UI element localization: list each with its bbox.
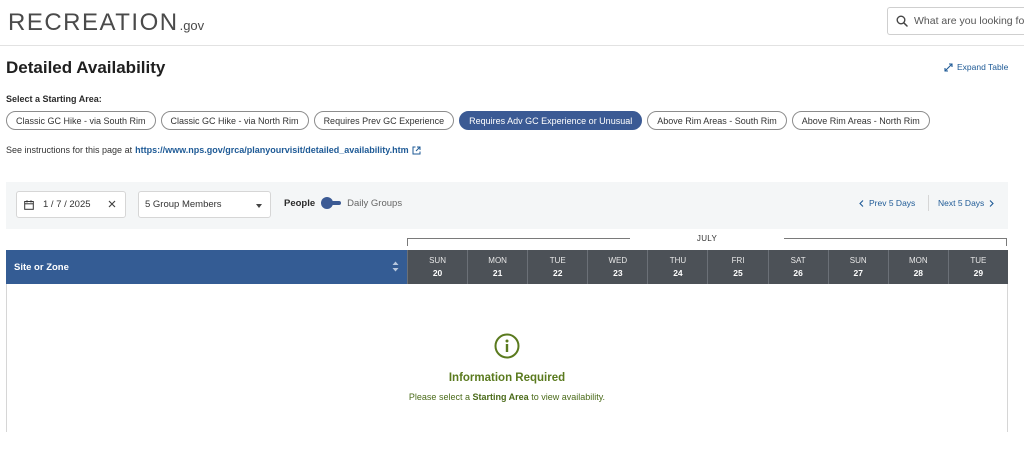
day-of-week: TUE xyxy=(970,256,987,265)
day-number: 24 xyxy=(673,268,683,278)
day-column-header: TUE 29 xyxy=(947,250,1008,284)
toggle-knob xyxy=(321,197,334,209)
instructions-prefix: See instructions for this page at xyxy=(6,145,133,155)
day-column-header: SUN 27 xyxy=(827,250,888,284)
calendar-icon xyxy=(24,199,34,210)
external-link-icon xyxy=(412,146,421,154)
chevron-right-icon xyxy=(989,199,995,207)
day-number: 28 xyxy=(913,268,924,278)
day-number: 23 xyxy=(613,268,623,278)
next-5-days-label: Next 5 Days xyxy=(938,198,985,208)
toggle-label-daily-groups: Daily Groups xyxy=(347,197,403,209)
next-5-days-button[interactable]: Next 5 Days xyxy=(938,198,995,208)
close-icon[interactable] xyxy=(107,199,117,209)
group-members-select[interactable]: 5 Group Members xyxy=(138,191,271,218)
day-number: 26 xyxy=(793,268,803,278)
prev-5-days-button[interactable]: Prev 5 Days xyxy=(859,198,915,208)
day-of-week: MON xyxy=(488,256,507,265)
day-column-header: THU 24 xyxy=(647,250,708,284)
availability-table-header: Site or Zone SUN 20 MON 21 TUE 22 WED 23 THU… xyxy=(6,250,1008,284)
starting-area-pill[interactable]: Classic GC Hike - via North Rim xyxy=(160,111,309,130)
search-icon xyxy=(896,15,908,27)
day-column-header: TUE 22 xyxy=(527,250,588,284)
chevron-down-icon xyxy=(256,204,262,208)
starting-area-pill-selected[interactable]: Requires Adv GC Experience or Unusual xyxy=(459,111,643,130)
day-of-week: FRI xyxy=(731,256,745,265)
month-label: JULY xyxy=(696,234,718,243)
pill-label: Above Rim Areas - North Rim xyxy=(801,115,920,126)
date-picker[interactable]: 1 / 7 / 2025 xyxy=(16,191,126,218)
day-number: 25 xyxy=(733,268,743,278)
page-title: Detailed Availability xyxy=(6,58,166,77)
site-or-zone-label: Site or Zone xyxy=(14,261,69,273)
site-header: RECREATION .gov xyxy=(0,0,1024,46)
day-of-week: SUN xyxy=(849,256,867,265)
empty-state-bold: Starting Area xyxy=(472,392,529,402)
availability-filter-bar: 1 / 7 / 2025 5 Group Members People Dail… xyxy=(6,182,1008,229)
pill-label: Requires Adv GC Experience or Unusual xyxy=(469,115,633,126)
instructions-line: See instructions for this page at https:… xyxy=(6,145,421,155)
day-column-header: SAT 26 xyxy=(767,250,828,284)
people-groups-toggle[interactable] xyxy=(321,197,342,209)
day-number: 20 xyxy=(432,268,443,278)
group-members-value: 5 Group Members xyxy=(145,199,222,210)
empty-state-message: Please select a Starting Area to view av… xyxy=(7,392,1007,402)
chevron-left-icon xyxy=(859,199,864,207)
starting-area-label: Select a Starting Area: xyxy=(6,94,102,104)
pill-label: Classic GC Hike - via South Rim xyxy=(16,115,146,126)
day-column-header: FRI 25 xyxy=(707,250,768,284)
empty-state-title: Information Required xyxy=(448,372,566,384)
day-number: 22 xyxy=(553,268,563,278)
expand-table-label: Expand Table xyxy=(957,62,1009,72)
day-of-week: WED xyxy=(608,256,628,265)
empty-state-suffix: to view availability. xyxy=(531,392,606,402)
instructions-link[interactable]: https://www.nps.gov/grca/planyourvisit/d… xyxy=(135,145,409,155)
expand-table-button[interactable]: Expand Table xyxy=(944,62,1008,72)
day-column-header: WED 23 xyxy=(587,250,648,284)
starting-area-pill[interactable]: Above Rim Areas - South Rim xyxy=(647,111,787,130)
recreation-gov-logo[interactable]: RECREATION .gov xyxy=(8,9,205,36)
day-number: 21 xyxy=(492,268,503,278)
prev-5-days-label: Prev 5 Days xyxy=(869,198,916,208)
expand-icon xyxy=(944,62,953,72)
day-of-week: SAT xyxy=(790,256,806,265)
day-of-week: MON xyxy=(908,256,928,265)
day-of-week: SUN xyxy=(429,256,446,265)
availability-table-body: Information Required Please select a Sta… xyxy=(6,284,1008,432)
pill-label: Above Rim Areas - South Rim xyxy=(657,115,777,126)
day-number: 27 xyxy=(853,268,863,278)
day-number: 29 xyxy=(973,268,984,278)
sort-icon xyxy=(392,261,399,272)
starting-area-pill[interactable]: Requires Prev GC Experience xyxy=(313,111,455,130)
starting-area-pill[interactable]: Classic GC Hike - via South Rim xyxy=(6,111,156,130)
day-of-week: THU xyxy=(669,256,687,265)
day-column-header: SUN 20 xyxy=(407,250,468,284)
logo-wordmark: RECREATION xyxy=(8,9,179,36)
people-groups-toggle-group: People Daily Groups xyxy=(284,197,402,209)
date-value: 1 / 7 / 2025 xyxy=(43,199,91,210)
empty-state-prefix: Please select a xyxy=(408,392,470,402)
site-or-zone-header[interactable]: Site or Zone xyxy=(6,250,407,284)
starting-area-options: Classic GC Hike - via South Rim Classic … xyxy=(6,111,930,130)
nav-divider xyxy=(928,195,929,211)
day-of-week: TUE xyxy=(549,256,566,265)
day-column-header: MON 21 xyxy=(467,250,528,284)
pill-label: Requires Prev GC Experience xyxy=(323,115,445,126)
info-icon xyxy=(494,333,520,359)
logo-suffix: .gov xyxy=(179,18,205,33)
day-column-header: MON 28 xyxy=(887,250,948,284)
global-search[interactable] xyxy=(887,7,1024,35)
search-input[interactable] xyxy=(914,15,1024,27)
pill-label: Classic GC Hike - via North Rim xyxy=(170,115,299,126)
starting-area-pill[interactable]: Above Rim Areas - North Rim xyxy=(791,111,930,130)
toggle-label-people: People xyxy=(284,197,316,209)
